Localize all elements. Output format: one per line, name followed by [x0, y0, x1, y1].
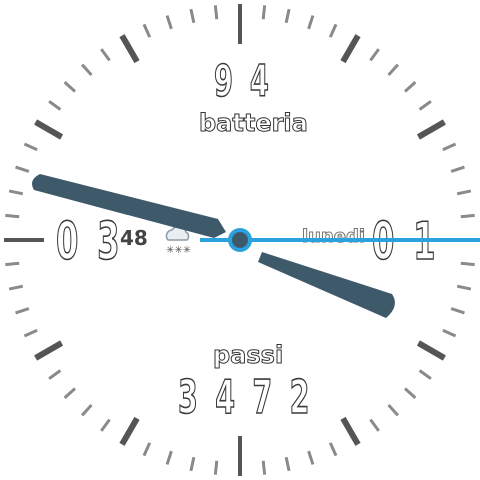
hour-hand — [258, 252, 395, 318]
hands-layer — [32, 174, 480, 318]
minute-hand — [32, 174, 226, 238]
